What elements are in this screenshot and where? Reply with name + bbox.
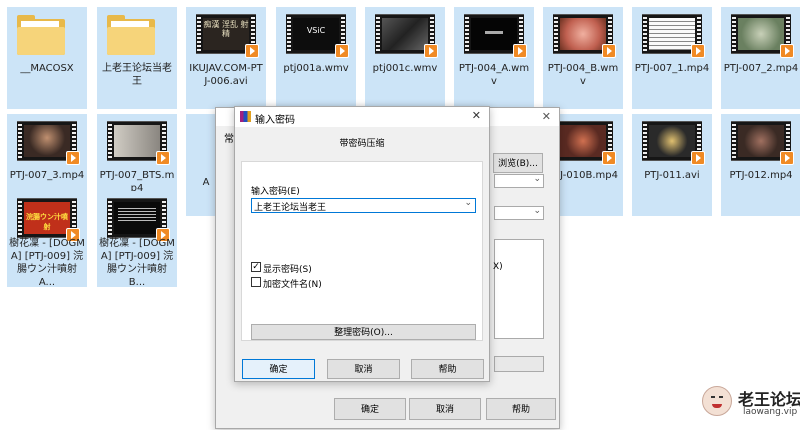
thumbnail-text: VSiC (306, 26, 326, 35)
archive-name-dropdown[interactable]: ⌄ (494, 174, 544, 188)
password-prompt: 输入密码(E) (251, 187, 300, 197)
show-password-label: 显示密码(S) (263, 265, 312, 275)
file-label: PTJ-007_1.mp4 (634, 63, 710, 74)
file-tile[interactable]: 痴漢 淫乱 射精 IKUJAV.COM-PTJ-006.avi (186, 7, 266, 109)
file-tile[interactable]: PTJ-007_2.mp4 (721, 7, 800, 109)
file-label: PTJ-004_B.wmv (547, 63, 619, 87)
folder-icon (107, 15, 157, 57)
video-thumbnail (553, 14, 616, 58)
file-label: __MACOSX (20, 63, 74, 74)
video-thumbnail (731, 14, 794, 58)
password-dialog: 输入密码 ✕ 带密码压缩 输入密码(E) 上老王论坛当老王 ⌄ ✓ 显示密码(S… (234, 106, 490, 382)
file-tile[interactable]: PTJ-007_1.mp4 (632, 7, 712, 109)
file-label: 樹花凜 - [DOGMA] [PTJ-009] 浣腸ウン汁噴射 B... (99, 238, 175, 288)
video-thumbnail (107, 121, 170, 165)
play-icon (245, 44, 259, 58)
ok-button[interactable]: 确定 (242, 359, 315, 379)
play-icon (602, 44, 616, 58)
file-label: PTJ-011.avi (644, 170, 700, 181)
play-icon (691, 151, 705, 165)
file-tile[interactable]: PTJ-012.mp4 (721, 114, 800, 216)
avatar (702, 386, 732, 416)
dialog-title: 输入密码 (255, 115, 295, 126)
winrar-icon (240, 111, 251, 122)
file-tile[interactable]: __MACOSX (7, 7, 87, 109)
help-button[interactable]: 帮助 (411, 359, 484, 379)
file-tile[interactable]: 上老王论坛当老王 (97, 7, 177, 109)
video-thumbnail (464, 14, 527, 58)
file-label: PTJ-004_A.wmv (458, 63, 530, 87)
file-label: 上老王论坛当老王 (102, 63, 172, 87)
play-icon (156, 151, 170, 165)
thumbnail-text: 痴漢 淫乱 射精 (203, 20, 249, 38)
file-tile[interactable]: VSiC ptj001a.wmv (276, 7, 356, 109)
file-label: PTJ-007_3.mp4 (9, 170, 85, 181)
play-icon (780, 151, 794, 165)
password-dialog-titlebar: 输入密码 ✕ (235, 107, 489, 127)
options-panel: X) (493, 239, 544, 339)
play-icon (602, 151, 616, 165)
password-panel: 输入密码(E) 上老王论坛当老王 ⌄ ✓ 显示密码(S) 加密文件名(N) 整理… (241, 161, 483, 341)
video-thumbnail (107, 198, 170, 242)
organize-passwords-button[interactable]: 整理密码(O)... (251, 324, 476, 340)
archive-cancel-button[interactable]: 取消 (409, 398, 481, 420)
file-tile[interactable]: ptj001c.wmv (365, 7, 445, 109)
show-password-checkbox[interactable]: ✓ (251, 262, 261, 272)
video-thumbnail: 浣腸ウン汁噴射 (17, 198, 80, 242)
video-thumbnail (375, 14, 438, 58)
folder-icon (17, 15, 67, 57)
chevron-down-icon: ⌄ (464, 198, 472, 208)
video-thumbnail: VSiC (286, 14, 349, 58)
file-label: PTJ-007_2.mp4 (723, 63, 799, 74)
play-icon (513, 44, 527, 58)
browse-button[interactable]: 浏览(B)... (493, 153, 543, 173)
file-tile[interactable]: PTJ-011.avi (632, 114, 712, 216)
chevron-down-icon: ⌄ (533, 206, 541, 216)
play-icon (424, 44, 438, 58)
dialog-tab[interactable]: 带密码压缩 (235, 136, 489, 149)
video-thumbnail (642, 14, 705, 58)
file-tile[interactable]: 浣腸ウン汁噴射 樹花凜 - [DOGMA] [PTJ-009] 浣腸ウン汁噴射 … (7, 191, 87, 288)
close-icon[interactable]: ✕ (542, 110, 551, 123)
thumbnail-text: 浣腸ウン汁噴射 (26, 213, 68, 231)
options-fragment: X) (493, 262, 503, 272)
file-label: PTJ-012.mp4 (729, 170, 793, 181)
file-tile[interactable]: PTJ-004_A.wmv (454, 7, 534, 109)
video-thumbnail: 痴漢 淫乱 射精 (196, 14, 259, 58)
password-value: 上老王论坛当老王 (254, 203, 327, 213)
file-label: IKUJAV.COM-PTJ-006.avi (189, 63, 263, 87)
file-label: ptj001a.wmv (283, 63, 349, 74)
archive-ok-button[interactable]: 确定 (334, 398, 406, 420)
play-icon (335, 44, 349, 58)
encrypt-filenames-label: 加密文件名(N) (263, 280, 322, 290)
encrypt-filenames-checkbox[interactable] (251, 277, 261, 287)
video-thumbnail (642, 121, 705, 165)
file-tile[interactable]: 樹花凜 - [DOGMA] [PTJ-009] 浣腸ウン汁噴射 B... (97, 191, 177, 288)
video-thumbnail (731, 121, 794, 165)
video-thumbnail (553, 121, 616, 165)
play-icon (66, 151, 80, 165)
file-label: 樹花凜 - [DOGMA] [PTJ-009] 浣腸ウン汁噴射 A... (9, 238, 85, 288)
play-icon (691, 44, 705, 58)
watermark-url: laowang.vip (743, 407, 798, 417)
parameters-box (494, 356, 544, 372)
file-tile[interactable]: PTJ-004_B.wmv (543, 7, 623, 109)
video-thumbnail (17, 121, 80, 165)
file-label: ptj001c.wmv (372, 63, 438, 74)
format-dropdown[interactable]: ⌄ (494, 206, 544, 220)
password-input[interactable]: 上老王论坛当老王 ⌄ (251, 198, 476, 213)
archive-help-button[interactable]: 帮助 (486, 398, 556, 420)
chevron-down-icon: ⌄ (533, 174, 541, 184)
play-icon (780, 44, 794, 58)
archive-dialog-tab: 常 (224, 134, 234, 145)
cancel-button[interactable]: 取消 (327, 359, 400, 379)
close-icon[interactable]: ✕ (472, 109, 481, 122)
